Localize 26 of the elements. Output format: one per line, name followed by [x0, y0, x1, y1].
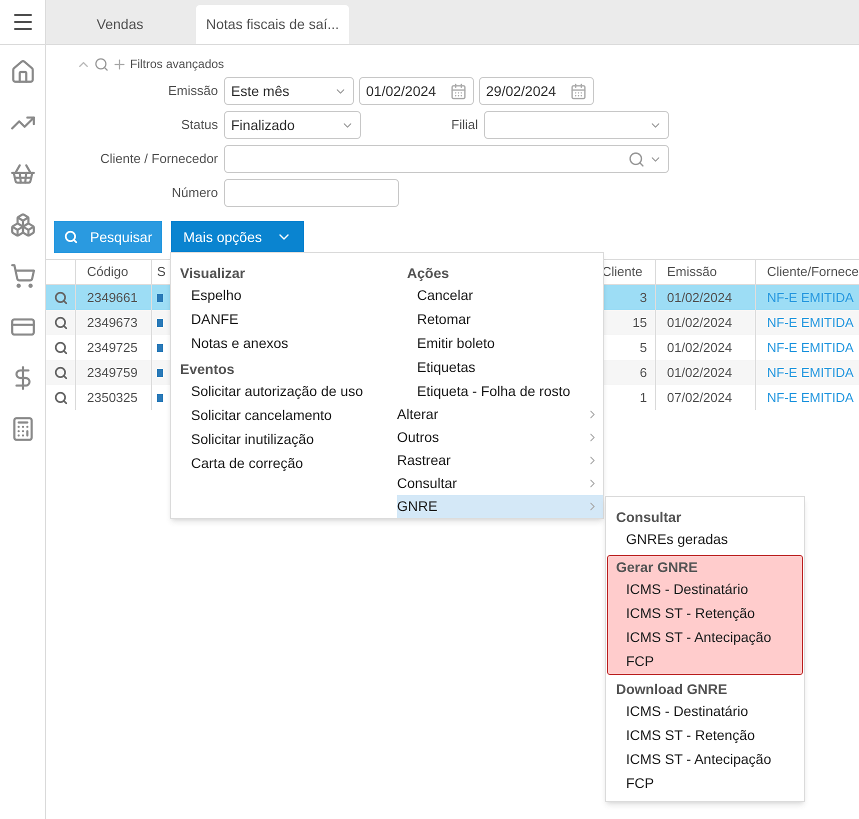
table-cell-text: 1: [640, 388, 647, 407]
table-cell-text: 01/02/2024: [667, 364, 732, 382]
table-cell-text: 15: [632, 314, 647, 332]
table-cell-text: 01/02/2024: [667, 288, 732, 307]
field-label: Status: [181, 116, 218, 134]
table-cell-text: 07/02/2024: [667, 388, 732, 407]
menu-heading: Visualizar: [180, 264, 246, 283]
field-label: Número: [172, 184, 218, 202]
field-label: Emissão: [168, 82, 218, 100]
table-cell-text: 2349661: [87, 288, 138, 307]
menu-heading: Gerar GNRE: [616, 558, 699, 577]
field-label: Filial: [451, 116, 478, 134]
menu-heading: Download GNRE: [616, 680, 728, 699]
table-cell-text: 3: [640, 288, 647, 307]
menu-heading: Consultar: [616, 508, 682, 527]
table-cell-text: 01/02/2024: [667, 314, 732, 332]
table-cell-text: 01/02/2024: [667, 338, 732, 357]
table-cell-text: 6: [640, 364, 647, 382]
table-cell-text: 5: [640, 338, 647, 357]
field-label: Cliente / Fornecedor: [100, 150, 218, 168]
table-cell-text: 2349759: [87, 364, 138, 382]
menu-heading: Eventos: [180, 360, 236, 379]
table-cell-text: 2349725: [87, 338, 138, 357]
menu-heading: Ações: [406, 264, 450, 283]
table-cell-text: 2350325: [87, 388, 138, 407]
table-cell-text: 2349673: [87, 314, 138, 332]
